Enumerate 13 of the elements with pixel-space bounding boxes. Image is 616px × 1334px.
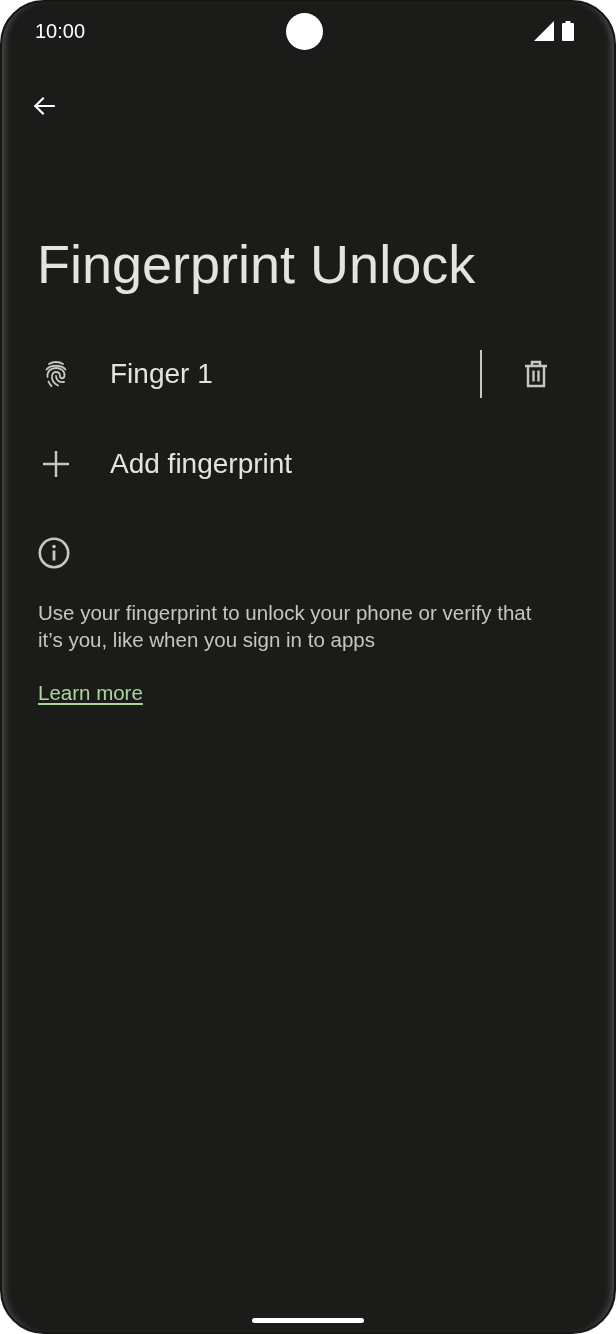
camera-cutout-icon: [286, 12, 323, 50]
status-time: 10:00: [35, 19, 86, 43]
info-icon: [38, 537, 70, 569]
signal-icon: [534, 21, 554, 41]
fingerprint-icon: [44, 360, 68, 388]
add-fingerprint-item[interactable]: Add fingerprint: [110, 448, 560, 480]
delete-icon: [524, 360, 548, 388]
learn-more-link[interactable]: Learn more: [38, 679, 143, 706]
info-description: Use your fingerprint to unlock your phone or verify that it’s you, like when you sign in to apps: [38, 600, 533, 653]
fingerprint-name[interactable]: Finger 1: [110, 358, 480, 390]
battery-icon: [562, 21, 574, 41]
page-title: Fingerprint Unlock: [36, 234, 477, 294]
plus-icon: [43, 451, 69, 477]
